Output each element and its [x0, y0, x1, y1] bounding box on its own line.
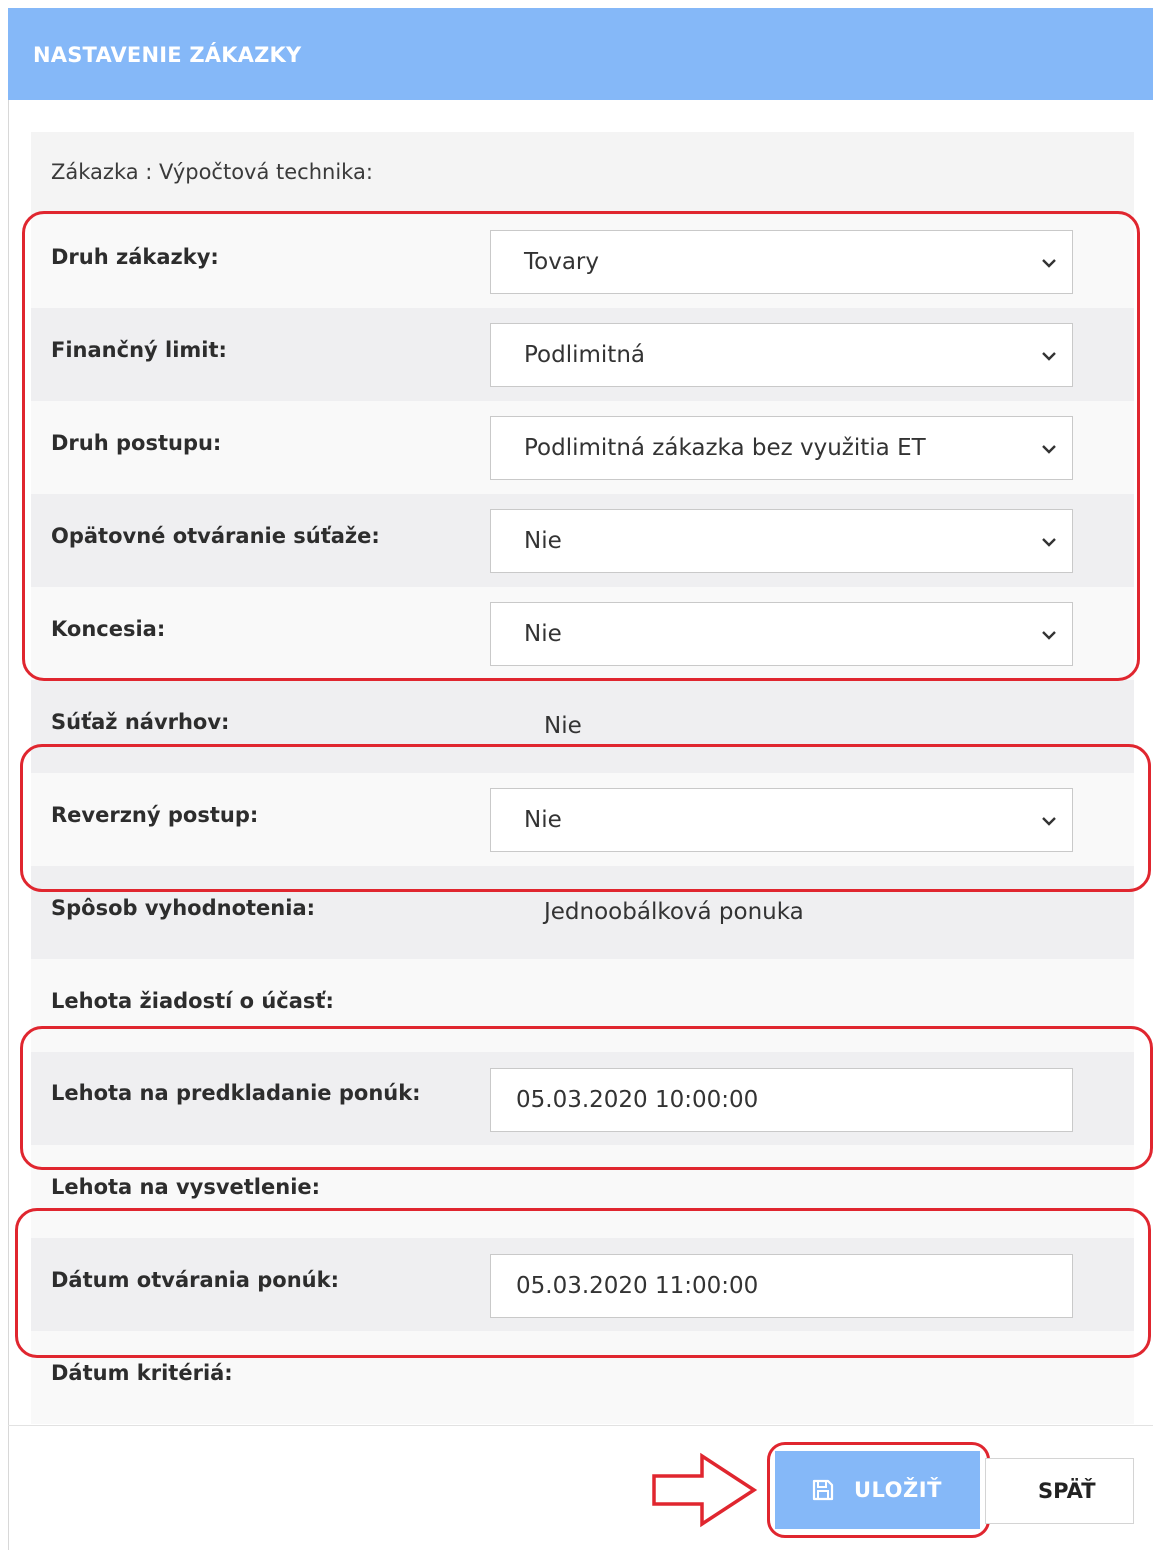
- subject-row: Zákazka : Výpočtová technika:: [31, 132, 1134, 212]
- highlight-frame-save: [767, 1442, 990, 1538]
- page-title: NASTAVENIE ZÁKAZKY: [33, 43, 302, 67]
- evaluation-method-value: Jednoobálková ponuka: [544, 899, 804, 925]
- right-arrow-outline-icon: [652, 1452, 758, 1528]
- highlight-frame-bid-deadline: [20, 1026, 1153, 1170]
- criteria-date-label: Dátum kritériá:: [51, 1361, 233, 1385]
- panel-header: NASTAVENIE ZÁKAZKY: [8, 8, 1153, 100]
- design-contest-value: Nie: [544, 713, 582, 739]
- highlight-frame-reverse: [20, 744, 1151, 892]
- evaluation-method-label: Spôsob vyhodnotenia:: [51, 896, 316, 920]
- highlight-frame-opening-date: [15, 1208, 1151, 1358]
- highlight-frame-selects: [22, 211, 1140, 681]
- back-button[interactable]: SPÄŤ: [985, 1458, 1134, 1524]
- footer-divider: [8, 1425, 1153, 1426]
- clarification-deadline-label: Lehota na vysvetlenie:: [51, 1175, 321, 1199]
- subject-text: Zákazka : Výpočtová technika:: [51, 160, 373, 184]
- back-button-label: SPÄŤ: [1038, 1479, 1096, 1503]
- participation-deadline-label: Lehota žiadostí o účasť:: [51, 989, 334, 1013]
- design-contest-label: Súťaž návrhov:: [51, 710, 230, 734]
